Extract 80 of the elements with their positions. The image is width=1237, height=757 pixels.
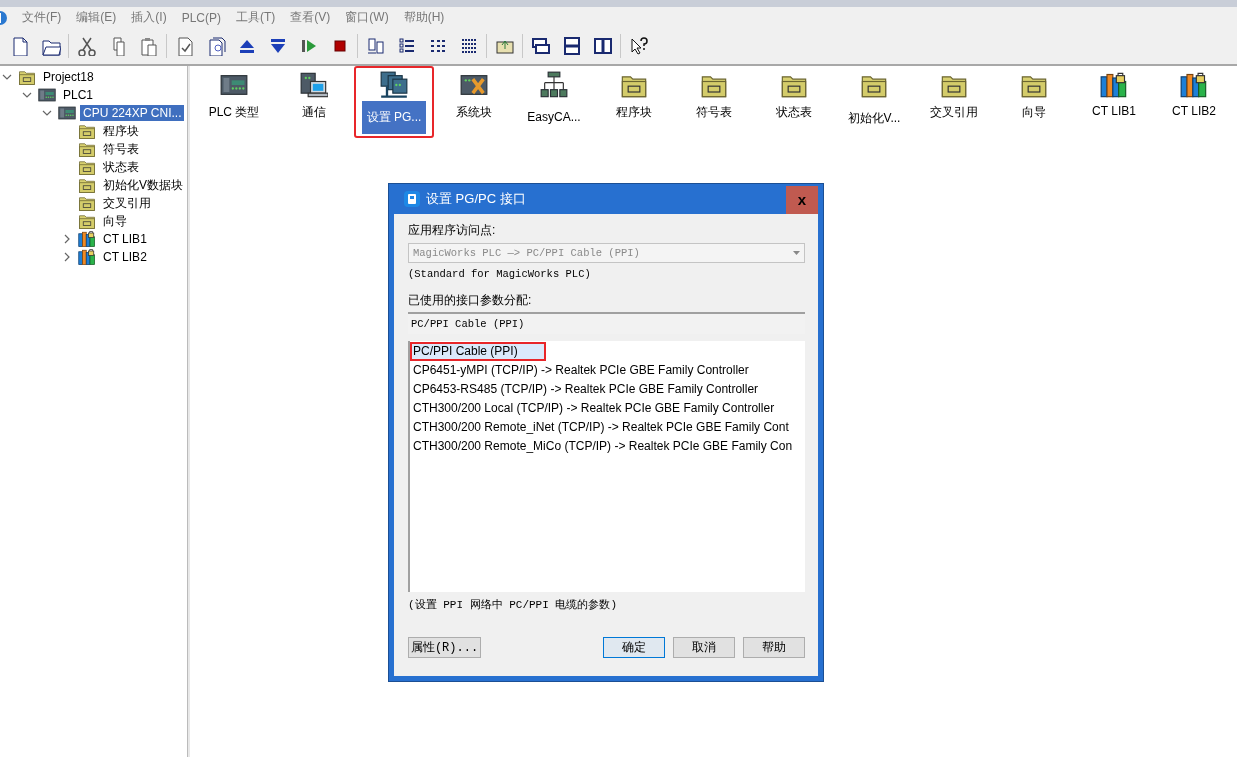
description-text: (Standard for MagicWorks PLC): [408, 268, 592, 282]
dialog-title: 设置 PG/PC 接口: [426, 190, 527, 208]
list-item[interactable]: CTH300/200 Remote_iNet (TCP/IP) -> Realtek PCIe GBE Family Cont: [410, 418, 805, 437]
books-icon: [1180, 71, 1208, 99]
menu-item[interactable]: 编辑(E): [75, 9, 118, 26]
plc-icon: [38, 86, 56, 104]
folder-icon: [18, 68, 36, 86]
windows-icon[interactable]: [530, 36, 551, 56]
shortcut-item[interactable]: 状态表: [772, 101, 816, 124]
paste-icon[interactable]: [138, 36, 159, 56]
shortcut-item[interactable]: 系统块: [452, 101, 496, 124]
collapse-chevron-icon[interactable]: [42, 108, 52, 118]
field-label: 已使用的接口参数分配:: [408, 292, 533, 309]
shortcut-item[interactable]: CT LIB1: [1088, 101, 1140, 121]
list-view-icon[interactable]: [396, 36, 417, 56]
devices-icon[interactable]: [365, 36, 386, 56]
shortcut-item[interactable]: EasyCA...: [523, 107, 585, 127]
network-devices-icon: [380, 71, 408, 99]
close-button[interactable]: x: [786, 185, 818, 214]
shortcut-item[interactable]: 通信: [298, 101, 330, 124]
books-icon: [1100, 71, 1128, 99]
folder-icon: [78, 140, 96, 158]
computer-icon: [300, 71, 328, 99]
folder-icon: [78, 194, 96, 212]
list-item[interactable]: CTH300/200 Local (TCP/IP) -> Realtek PCIe GBE Family Controller: [410, 399, 805, 418]
tree-item[interactable]: 状态表: [100, 157, 142, 177]
plc-icon: [58, 104, 76, 122]
menu-item[interactable]: 窗口(W): [344, 9, 390, 26]
tree-item[interactable]: 初始化V数据块: [100, 175, 186, 195]
app-logo-icon: [0, 9, 8, 26]
hint-text: (设置 PPI 网络中 PC/PPI 电缆的参数): [408, 598, 619, 612]
tree-item[interactable]: CT LIB2: [100, 249, 150, 265]
shortcut-item[interactable]: 设置 PG...: [361, 101, 427, 134]
field-label: 应用程序访问点:: [408, 222, 497, 239]
tree-item[interactable]: PLC1: [60, 87, 97, 103]
menu-item[interactable]: 查看(V): [289, 9, 332, 26]
help-pointer-icon[interactable]: [628, 36, 649, 56]
properties-button[interactable]: 属性(R)...: [408, 637, 481, 658]
collapse-chevron-icon[interactable]: [22, 90, 32, 100]
tree-item[interactable]: 符号表: [100, 139, 142, 159]
expand-chevron-icon[interactable]: [62, 252, 72, 262]
books-icon: [78, 230, 96, 248]
split-vertical-icon[interactable]: [592, 36, 613, 56]
cancel-button[interactable]: 取消: [673, 637, 735, 658]
shortcut-item[interactable]: 程序块: [612, 101, 656, 124]
list-item[interactable]: CTH300/200 Remote_MiCo (TCP/IP) -> Realtek PCIe GBE Family Con: [410, 437, 805, 456]
menu-item[interactable]: PLC(P): [180, 10, 222, 25]
shortcut-item[interactable]: 向导: [1018, 101, 1050, 124]
tree-item[interactable]: 向导: [100, 211, 130, 231]
tree-item[interactable]: 交叉引用: [100, 193, 154, 213]
tree-item[interactable]: CT LIB1: [100, 231, 150, 247]
dropdown-arrow-icon: [793, 251, 800, 255]
ok-button[interactable]: 确定: [603, 637, 665, 658]
folder-icon: [78, 122, 96, 140]
expand-chevron-icon[interactable]: [62, 234, 72, 244]
shortcut-item[interactable]: 初始化V...: [843, 107, 905, 130]
menu-item[interactable]: 插入(I): [130, 9, 168, 26]
list-item[interactable]: CP6451-yMPI (TCP/IP) -> Realtek PCIe GBE Family Controller: [410, 361, 805, 380]
app-logo-icon: [404, 191, 420, 207]
tree-item[interactable]: CPU 224XP CNI...: [80, 105, 185, 121]
shortcut-item[interactable]: 交叉引用: [926, 101, 982, 124]
folder-icon: [78, 212, 96, 230]
folder-icon: [78, 158, 96, 176]
folder-icon: [78, 176, 96, 194]
cut-icon[interactable]: [76, 36, 97, 56]
list-item[interactable]: CP6453-RS485 (TCP/IP) -> Realtek PCIe GBE Family Controller: [410, 380, 805, 399]
menu-item[interactable]: 工具(T): [235, 9, 277, 26]
shortcut-item[interactable]: 符号表: [692, 101, 736, 124]
tree-item[interactable]: 程序块: [100, 121, 142, 141]
shortcut-item[interactable]: CT LIB2: [1168, 101, 1220, 121]
collapse-chevron-icon[interactable]: [2, 72, 12, 82]
network-icon: [540, 71, 568, 99]
shortcut-item[interactable]: PLC 类型: [204, 101, 264, 124]
menu-item[interactable]: 帮助(H): [402, 9, 446, 26]
help-button[interactable]: 帮助: [743, 637, 805, 658]
list-item[interactable]: PC/PPI Cable (PPI): [410, 342, 546, 361]
split-horizontal-icon[interactable]: [561, 36, 582, 56]
tree-item[interactable]: Project18: [40, 69, 97, 85]
menu-item[interactable]: 文件(F): [21, 9, 63, 26]
books-icon: [78, 248, 96, 266]
